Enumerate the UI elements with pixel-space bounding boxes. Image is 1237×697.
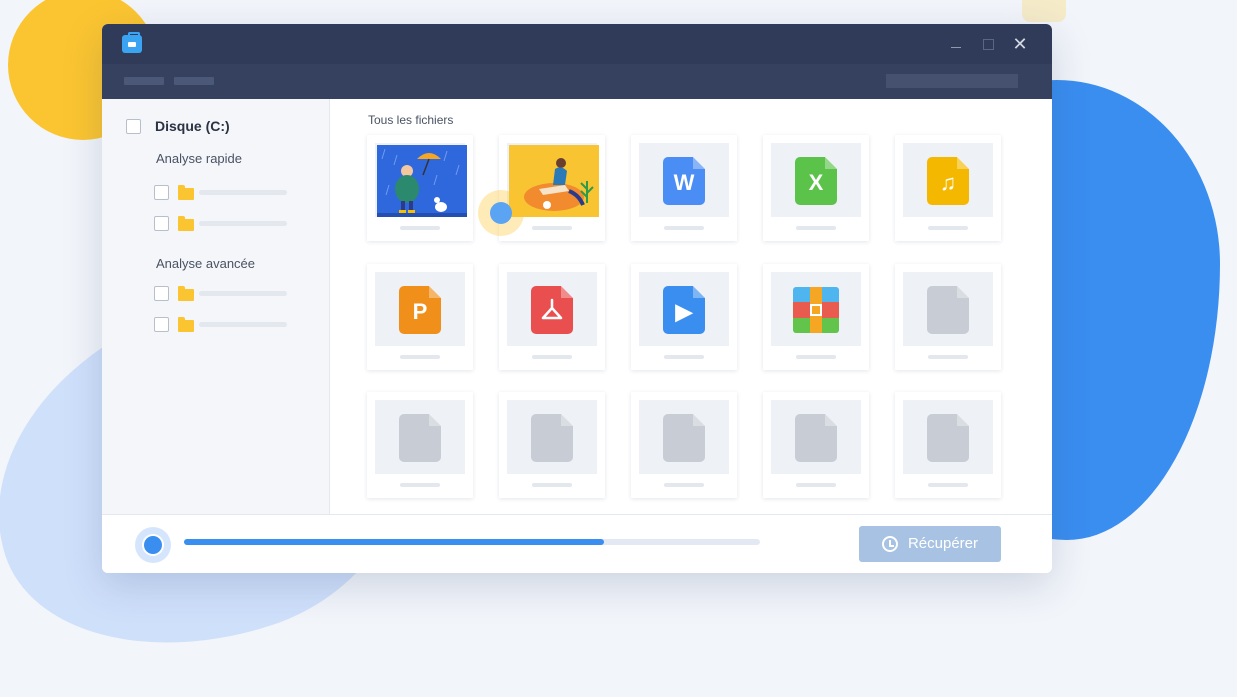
file-name-placeholder <box>664 483 704 487</box>
folder-checkbox[interactable] <box>154 216 169 231</box>
recover-button[interactable]: Récupérer <box>859 526 1001 562</box>
excel-doc-icon: X <box>795 157 837 205</box>
menu-item-placeholder[interactable] <box>124 77 164 85</box>
close-icon: ✕ <box>1012 34 1028 54</box>
close-button[interactable]: ✕ <box>1010 34 1030 54</box>
file-tile[interactable] <box>367 135 473 241</box>
generic-file-icon <box>399 414 441 462</box>
file-tile[interactable] <box>763 264 869 370</box>
file-tile[interactable]: W <box>631 135 737 241</box>
folder-icon <box>178 317 194 332</box>
file-thumbnail <box>771 400 861 474</box>
powerpoint-doc-icon: P <box>399 286 441 334</box>
file-tile[interactable] <box>631 392 737 498</box>
file-tile[interactable] <box>499 264 605 370</box>
minimize-button[interactable] <box>946 34 966 54</box>
file-tile[interactable] <box>499 392 605 498</box>
file-name-placeholder <box>928 483 968 487</box>
file-tile[interactable]: ♫ <box>895 135 1001 241</box>
folder-checkbox[interactable] <box>154 286 169 301</box>
file-thumbnail <box>903 272 993 346</box>
file-thumbnail <box>507 400 597 474</box>
footer-bar: Récupérer <box>102 514 1052 573</box>
file-name-placeholder <box>664 226 704 230</box>
advanced-scan-label: Analyse avancée <box>156 256 256 271</box>
file-thumbnail: X <box>771 143 861 217</box>
word-doc-icon: W <box>663 157 705 205</box>
generic-file-icon <box>663 414 705 462</box>
file-tile[interactable] <box>763 392 869 498</box>
file-thumbnail <box>771 272 861 346</box>
disk-label: Disque (C:) <box>155 118 230 134</box>
file-tile[interactable] <box>367 392 473 498</box>
scan-progress-fill <box>184 539 605 545</box>
menu-item-placeholder[interactable] <box>174 77 214 85</box>
file-tile[interactable]: ▶ <box>631 264 737 370</box>
menu-bar <box>102 64 1052 99</box>
file-thumbnail: P <box>375 272 465 346</box>
file-name-placeholder <box>400 226 440 230</box>
title-bar: ✕ <box>102 24 1052 64</box>
history-icon <box>881 536 898 552</box>
file-tile[interactable] <box>895 392 1001 498</box>
file-name-placeholder <box>928 226 968 230</box>
image-rain-icon <box>377 145 467 217</box>
file-name-placeholder <box>796 483 836 487</box>
file-thumbnail <box>903 400 993 474</box>
file-thumbnail <box>507 272 597 346</box>
file-name-placeholder <box>796 355 836 359</box>
generic-file-icon <box>531 414 573 462</box>
quick-scan-label: Analyse rapide <box>156 151 242 166</box>
file-name-placeholder <box>928 355 968 359</box>
file-thumbnail <box>375 400 465 474</box>
sidebar: Disque (C:) Analyse rapide Analyse avanc… <box>102 99 330 514</box>
folder-name-placeholder <box>199 221 287 226</box>
file-name-placeholder <box>400 483 440 487</box>
file-tile[interactable]: P <box>367 264 473 370</box>
folder-name-placeholder <box>199 190 287 195</box>
pdf-doc-icon <box>531 286 573 334</box>
folder-icon <box>178 216 194 231</box>
video-file-icon: ▶ <box>663 286 705 334</box>
file-grid-panel: Tous les fichiers W X ♫ P ▶ <box>330 99 1052 514</box>
generic-file-icon <box>795 414 837 462</box>
generic-file-icon <box>927 414 969 462</box>
music-file-icon: ♫ <box>927 157 969 205</box>
cursor-pointer-icon <box>490 202 512 224</box>
app-window: ✕ Disque (C:) Analyse rapide Analyse ava… <box>102 24 1052 573</box>
folder-checkbox[interactable] <box>154 185 169 200</box>
file-thumbnail: ▶ <box>639 272 729 346</box>
folder-checkbox[interactable] <box>154 317 169 332</box>
search-bar-placeholder[interactable] <box>886 74 1018 88</box>
background-square-shape <box>1022 0 1066 22</box>
file-thumbnail: ♫ <box>903 143 993 217</box>
folder-name-placeholder <box>199 322 287 327</box>
disk-checkbox[interactable] <box>126 119 141 134</box>
file-thumbnail <box>375 143 467 217</box>
file-thumbnail <box>639 400 729 474</box>
briefcase-icon <box>122 32 142 53</box>
file-name-placeholder <box>796 226 836 230</box>
recover-button-label: Récupérer <box>907 535 979 552</box>
generic-file-icon <box>927 286 969 334</box>
file-name-placeholder <box>664 355 704 359</box>
folder-name-placeholder <box>199 291 287 296</box>
archive-file-icon <box>793 287 839 333</box>
file-tile[interactable]: X <box>763 135 869 241</box>
scan-progress-bar <box>184 539 760 545</box>
folder-icon <box>178 286 194 301</box>
file-name-placeholder <box>532 355 572 359</box>
file-tile[interactable] <box>895 264 1001 370</box>
content-title: Tous les fichiers <box>368 113 454 127</box>
file-name-placeholder <box>532 483 572 487</box>
file-name-placeholder <box>400 355 440 359</box>
maximize-button[interactable] <box>978 34 998 54</box>
file-thumbnail: W <box>639 143 729 217</box>
folder-icon <box>178 185 194 200</box>
file-name-placeholder <box>532 226 572 230</box>
scan-status-dot <box>144 536 162 554</box>
